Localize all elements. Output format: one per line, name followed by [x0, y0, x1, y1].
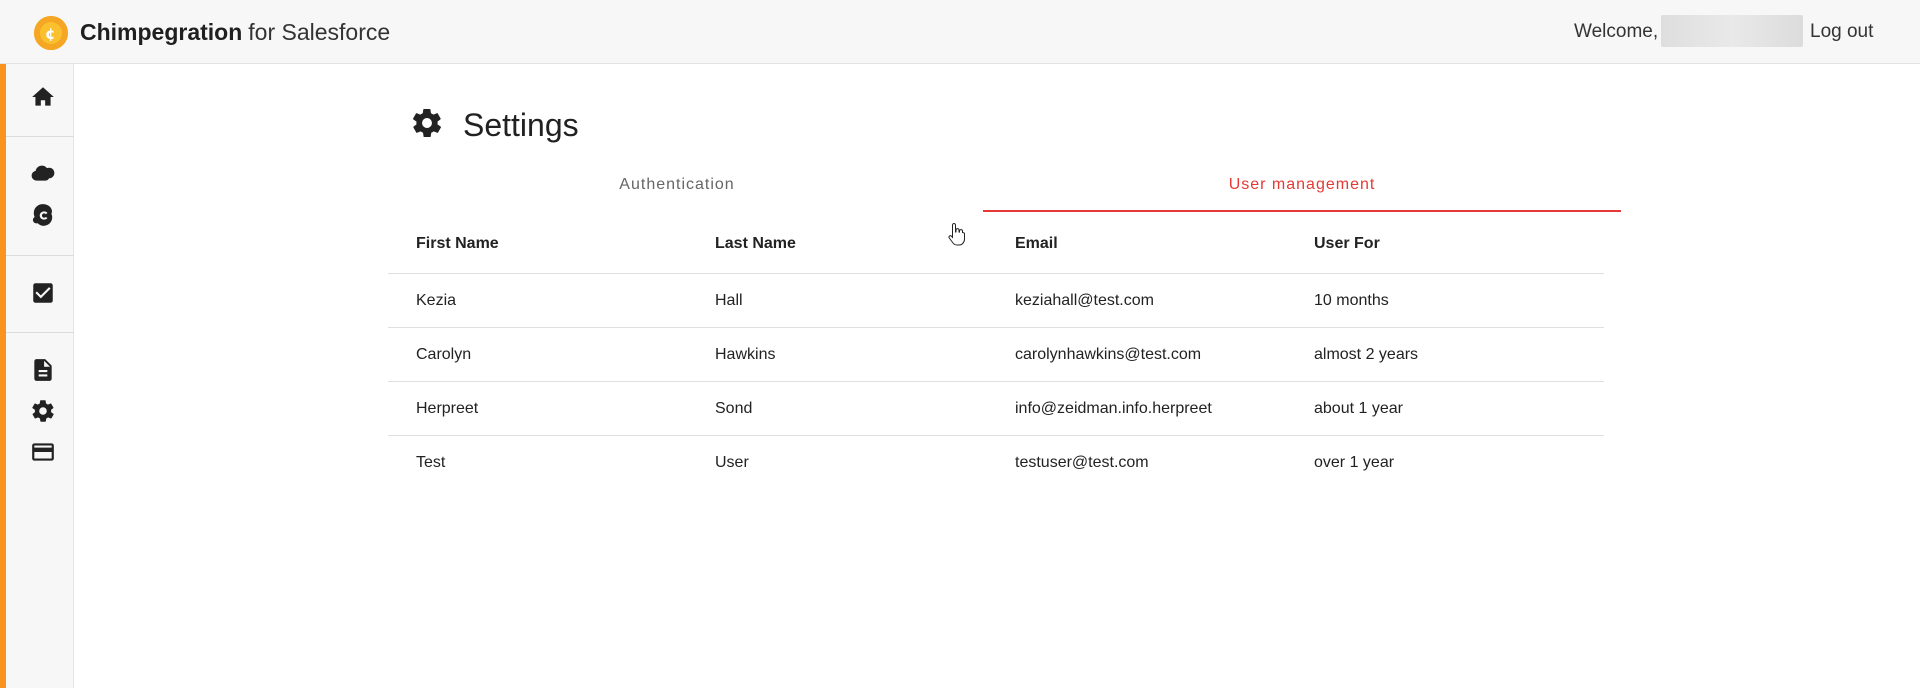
cell-email: carolynhawkins@test.com	[1015, 346, 1202, 363]
credit-card-icon[interactable]	[24, 435, 62, 469]
tab-user-management[interactable]: User management	[983, 170, 1621, 212]
brand-suffix: for Salesforce	[248, 19, 391, 45]
checkbox-icon[interactable]	[24, 276, 62, 310]
app-brand: Chimpegration for Salesforce	[80, 18, 390, 46]
cell-email: testuser@test.com	[1015, 454, 1149, 471]
cell-user-for: 10 months	[1314, 292, 1389, 309]
mailchimp-icon[interactable]	[24, 198, 62, 232]
sidebar-divider	[6, 332, 74, 333]
hand-cursor-icon	[948, 222, 966, 246]
welcome-label: Welcome,	[1574, 21, 1659, 42]
chimpegration-logo[interactable]: ¢	[34, 16, 68, 50]
app-header: ¢ Chimpegration for Salesforce Welcome, L…	[0, 0, 1920, 64]
users-table: First Name Last Name Email User For Kezi…	[388, 216, 1604, 490]
cell-user-for: almost 2 years	[1314, 346, 1419, 363]
salesforce-cloud-icon[interactable]	[24, 156, 62, 190]
settings-gear-icon	[410, 106, 444, 140]
table-row[interactable]: Test User testuser@test.com over 1 year	[388, 436, 1604, 490]
cell-user-for: over 1 year	[1314, 454, 1395, 471]
column-header-last-name[interactable]: Last Name	[715, 234, 796, 254]
brand-name: Chimpegration	[80, 19, 243, 45]
column-header-first-name[interactable]: First Name	[416, 234, 499, 254]
cell-first-name: Test	[416, 454, 446, 471]
table-header-row: First Name Last Name Email User For	[388, 216, 1604, 274]
table-row[interactable]: Kezia Hall keziahall@test.com 10 months	[388, 274, 1604, 328]
cell-email: keziahall@test.com	[1015, 292, 1154, 309]
sidebar-divider	[6, 136, 74, 137]
settings-tabs: Authentication User management	[388, 170, 1621, 212]
column-header-email[interactable]: Email	[1015, 234, 1058, 254]
page-title: Settings	[463, 107, 579, 143]
cell-first-name: Kezia	[416, 292, 457, 309]
cell-last-name: Hawkins	[715, 346, 776, 363]
home-icon[interactable]	[24, 80, 62, 114]
redacted-username	[1661, 15, 1803, 47]
cell-first-name: Carolyn	[416, 346, 472, 363]
column-header-user-for[interactable]: User For	[1314, 234, 1380, 254]
cell-last-name: User	[715, 454, 749, 471]
gear-icon[interactable]	[24, 394, 62, 428]
document-icon[interactable]	[24, 353, 62, 387]
cell-last-name: Hall	[715, 292, 743, 309]
table-row[interactable]: Herpreet Sond info@zeidman.info.herpreet…	[388, 382, 1604, 436]
sidebar-nav	[0, 64, 74, 688]
svg-text:¢: ¢	[45, 25, 55, 43]
logout-link[interactable]: Log out	[1810, 21, 1873, 43]
cell-last-name: Sond	[715, 400, 753, 417]
cell-email: info@zeidman.info.herpreet	[1015, 400, 1212, 417]
tab-authentication[interactable]: Authentication	[388, 170, 966, 212]
table-row[interactable]: Carolyn Hawkins carolynhawkins@test.com …	[388, 328, 1604, 382]
cell-first-name: Herpreet	[416, 400, 479, 417]
sidebar-divider	[6, 255, 74, 256]
cell-user-for: about 1 year	[1314, 400, 1403, 417]
